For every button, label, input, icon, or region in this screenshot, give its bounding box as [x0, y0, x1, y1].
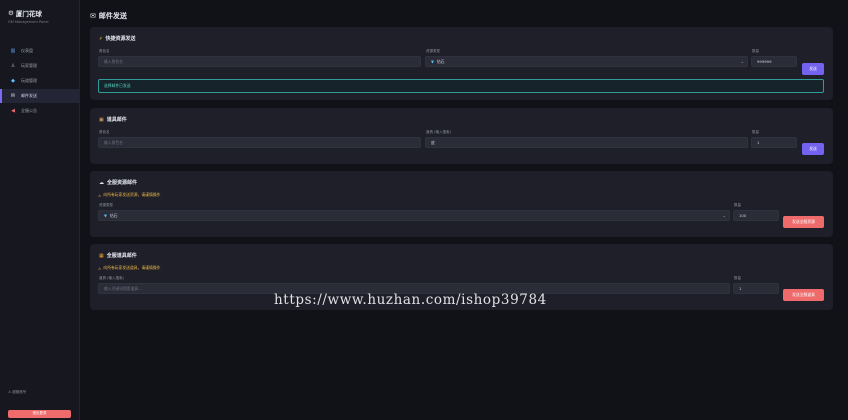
quantity-input[interactable]: 1 [733, 283, 779, 294]
item-search-input[interactable]: 皮 [425, 137, 748, 148]
item-mail-card: ▣ 道具邮件 角色名 输入角色名 道具 (输入搜索) 皮 数量 1 发送 [90, 108, 833, 164]
quantity-label: 数量 [734, 276, 741, 280]
resource-type-label: 资源类型 [99, 203, 113, 207]
gear-icon: ⚙ [8, 9, 14, 17]
status-message: 选择邮件已发送 [98, 79, 824, 93]
brand-subtitle: GM Management Panel [8, 20, 49, 24]
sidebar-item-players[interactable]: ♙ 玩家管理 [0, 59, 79, 73]
card-title: ☁ 全服资源邮件 [99, 179, 138, 187]
quick-send-card: ⚡ 快捷资源发送 角色名 输入角色名 资源类型 ▼ 钻石 ⌄ 数量 999999… [90, 27, 833, 100]
send-button[interactable]: 发送 [802, 63, 824, 75]
warning-text: ⚠ 向所有玩家发送道具，请谨慎操作 [98, 265, 161, 271]
sidebar-nav: ▥ 仪表盘 ♙ 玩家管理 ◆ 玩道管理 ✉ 邮件发送 ◀ 全服公告 [0, 44, 79, 118]
brand: ⚙ 厦门花球 GM Management Panel [0, 0, 79, 24]
diamond-icon: ▼ [431, 59, 434, 64]
watermark: https://www.huzhan.com/ishop39784 [274, 292, 547, 308]
mail-icon: ✉ [90, 12, 96, 20]
sidebar-footer: ♙ 超管账号 退出登录 [8, 390, 72, 418]
global-resource-card: ☁ 全服资源邮件 ⚠ 向所有玩家发送资源，请谨慎操作 资源类型 ▼ 钻石 ⌄ 数… [90, 171, 833, 237]
sidebar-item-items[interactable]: ◆ 玩道管理 [0, 74, 79, 88]
chevron-down-icon: ⌄ [740, 59, 744, 64]
user-icon: ♙ [8, 390, 12, 394]
cloud-icon: ☁ [99, 179, 104, 186]
warning-icon: ⚠ [98, 192, 102, 198]
quantity-input[interactable]: 1 [751, 137, 797, 148]
lightning-icon: ⚡ [99, 35, 103, 42]
warning-icon: ⚠ [98, 265, 102, 271]
gift-icon: ▦ [99, 252, 104, 259]
player-input[interactable]: 输入角色名 [98, 56, 421, 67]
quantity-label: 数量 [734, 203, 741, 207]
item-label: 道具 (输入搜索) [426, 130, 451, 134]
diamond-icon: ◆ [11, 78, 15, 84]
chart-icon: ▥ [10, 48, 16, 54]
resource-type-select[interactable]: ▼ 钻石 ⌄ [98, 210, 730, 221]
quantity-input[interactable]: 100 [733, 210, 779, 221]
sidebar-item-announcement[interactable]: ◀ 全服公告 [0, 104, 79, 118]
player-label: 角色名 [99, 130, 110, 134]
chevron-down-icon: ⌄ [722, 213, 726, 218]
player-label: 角色名 [99, 49, 110, 53]
sidebar-item-mail[interactable]: ✉ 邮件发送 [0, 89, 79, 103]
card-title: ⚡ 快捷资源发送 [99, 35, 136, 43]
quantity-input[interactable]: 999999 [751, 56, 797, 67]
brand-title: ⚙ 厦门花球 [8, 9, 42, 18]
resource-type-label: 资源类型 [426, 49, 440, 53]
diamond-icon: ▼ [104, 213, 107, 218]
sidebar-item-dashboard[interactable]: ▥ 仪表盘 [0, 44, 79, 58]
current-user: ♙ 超管账号 [8, 390, 27, 394]
warning-text: ⚠ 向所有玩家发送资源，请谨慎操作 [98, 192, 161, 198]
megaphone-icon: ◀ [11, 108, 15, 114]
card-title: ▦ 全服道具邮件 [99, 252, 137, 260]
item-label: 道具 (输入搜索) [99, 276, 124, 280]
mail-icon: ✉ [10, 93, 16, 99]
page-title: ✉ 邮件发送 [90, 12, 127, 20]
quantity-label: 数量 [752, 130, 759, 134]
card-title: ▣ 道具邮件 [99, 116, 127, 124]
resource-type-select[interactable]: ▼ 钻石 ⌄ [425, 56, 748, 67]
user-icon: ♙ [10, 63, 16, 69]
send-button[interactable]: 发送 [802, 143, 824, 155]
quantity-label: 数量 [752, 49, 759, 53]
player-input[interactable]: 输入角色名 [98, 137, 421, 148]
main-content: ✉ 邮件发送 ⚡ 快捷资源发送 角色名 输入角色名 资源类型 ▼ 钻石 ⌄ 数量… [90, 0, 835, 310]
send-global-item-button[interactable]: 发送全服道具 [783, 289, 824, 301]
package-icon: ▣ [99, 116, 104, 123]
sidebar: ⚙ 厦门花球 GM Management Panel ▥ 仪表盘 ♙ 玩家管理 … [0, 0, 80, 420]
send-global-resource-button[interactable]: 发送全服资源 [783, 216, 824, 228]
logout-button[interactable]: 退出登录 [8, 409, 71, 418]
